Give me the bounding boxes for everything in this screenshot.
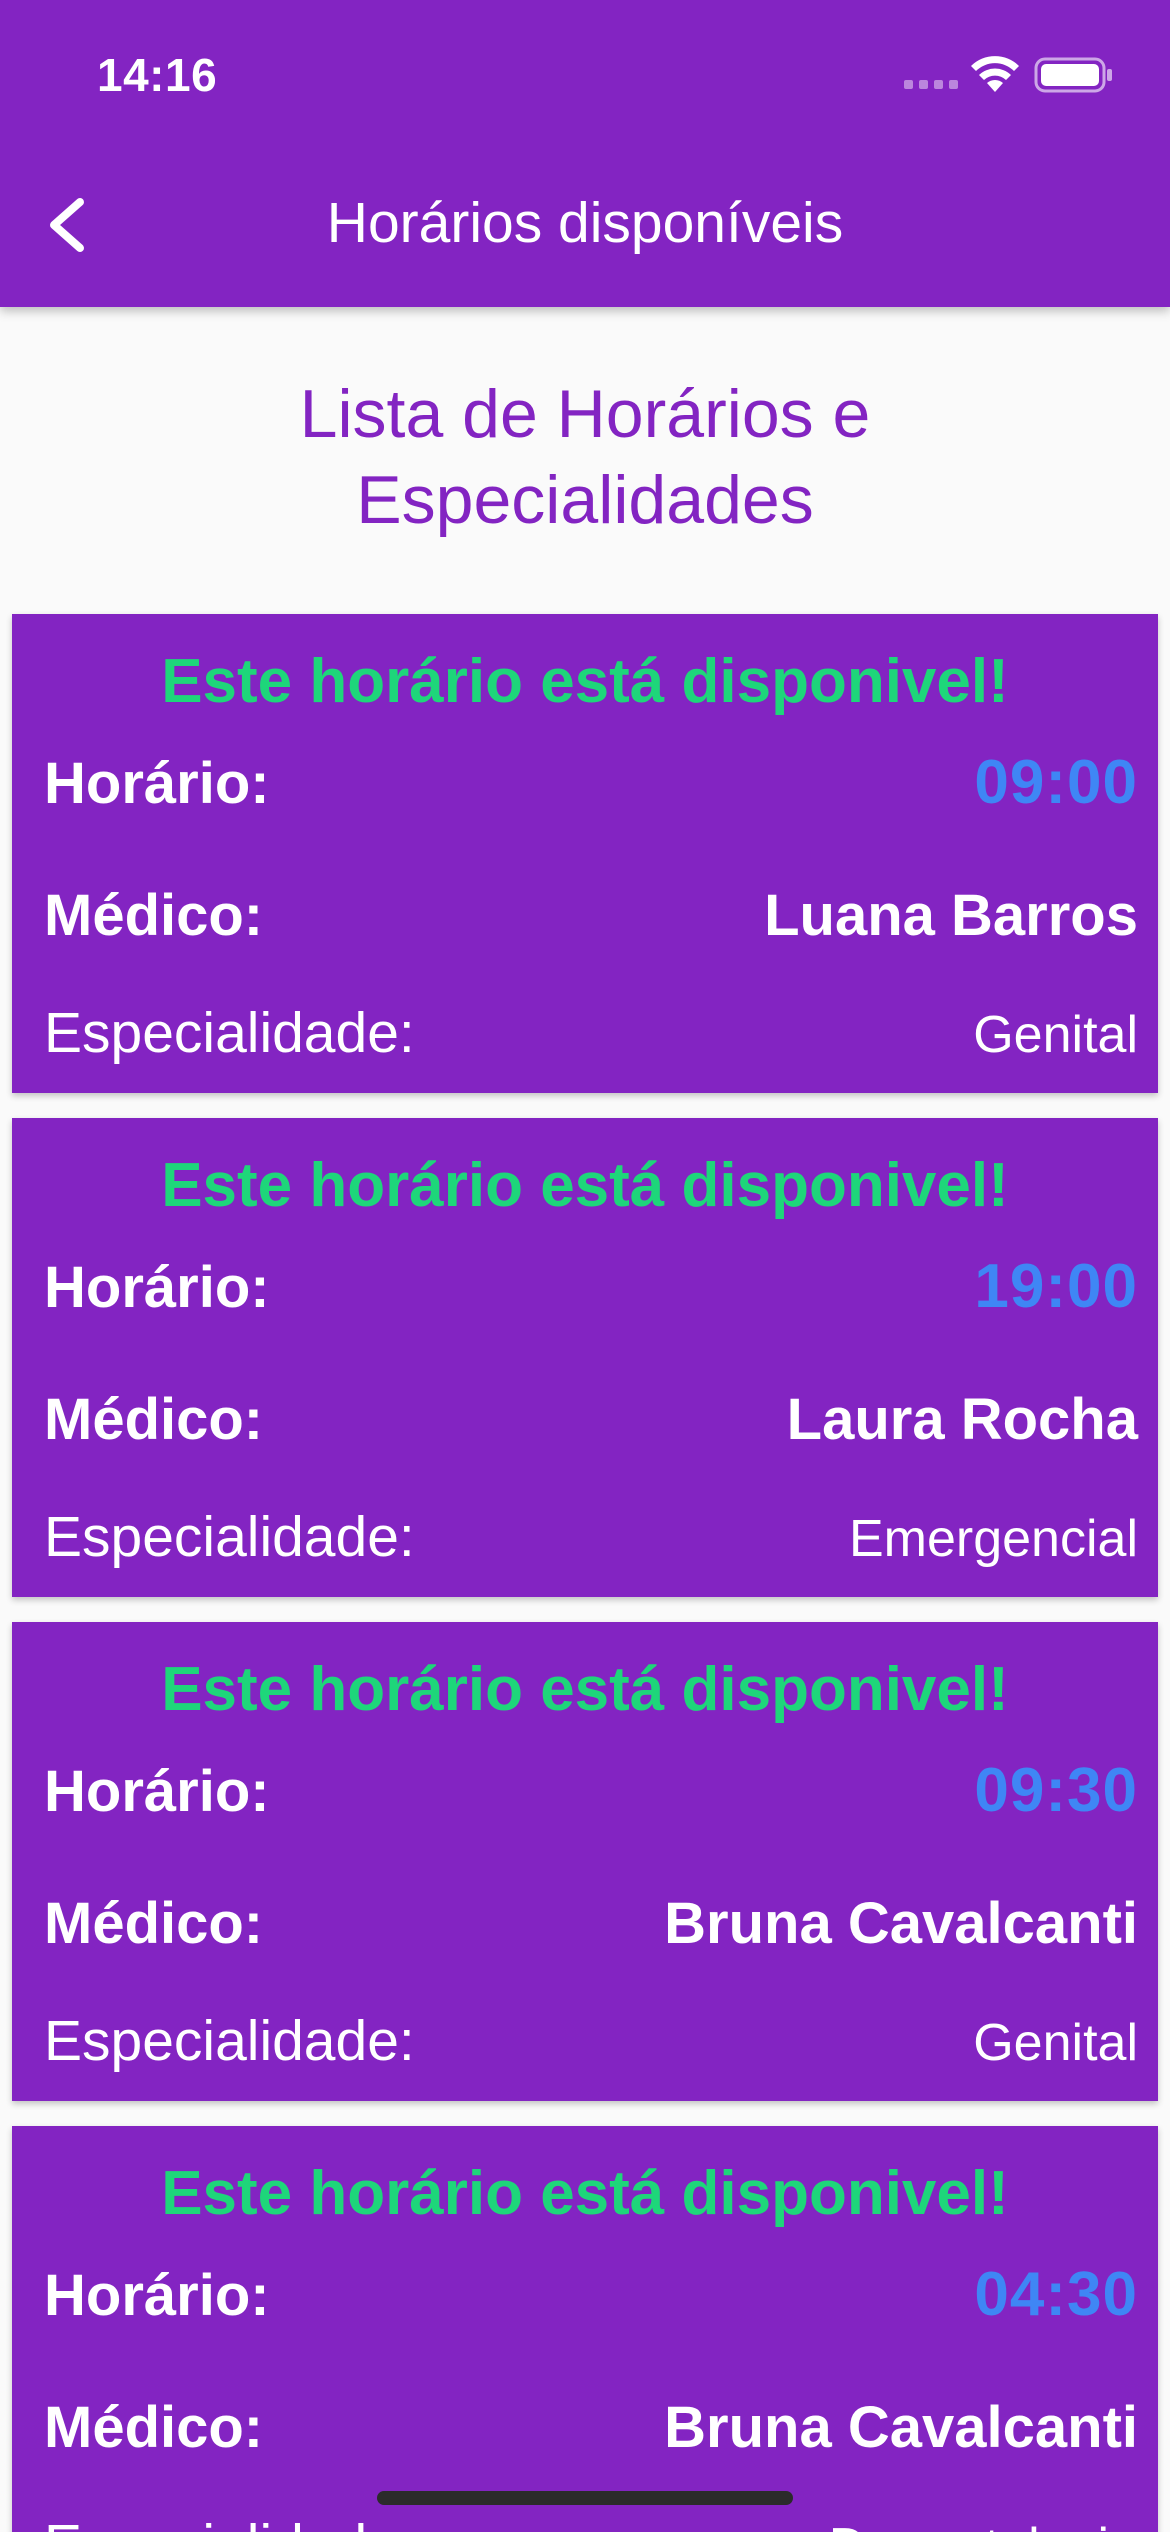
time-label: Horário: xyxy=(44,751,270,816)
app-bar-title: Horários disponíveis xyxy=(326,191,844,255)
time-value: 09:30 xyxy=(974,1756,1138,1825)
specialty-value: Genital xyxy=(973,2014,1138,2072)
specialty-label: Especialidade: xyxy=(44,1001,415,1065)
specialty-row: Especialidade: Genital xyxy=(44,1000,1138,1066)
doctor-row: Médico: Laura Rocha xyxy=(44,1386,1138,1453)
page-heading: Lista de Horários e Especialidades xyxy=(299,376,871,538)
app-bar: 14:16 Horários disponíveis xyxy=(0,0,1170,307)
status-bar-time: 14:16 xyxy=(97,49,218,101)
time-value: 09:00 xyxy=(974,748,1138,817)
availability-status: Este horário está disponivel! xyxy=(161,1655,1009,1724)
screen: 14:16 Horários disponíveis Lista de Horá… xyxy=(0,0,1170,2532)
time-row: Horário: 09:00 xyxy=(44,747,1138,818)
specialty-row: Especialidade: Genital xyxy=(44,2008,1138,2074)
doctor-label: Médico: xyxy=(44,1387,264,1452)
time-label: Horário: xyxy=(44,1759,270,1824)
specialty-label: Especialidade: xyxy=(44,1505,415,1569)
schedule-card[interactable]: Este horário está disponivel! Horário: 0… xyxy=(12,614,1158,1093)
home-indicator[interactable] xyxy=(377,2491,793,2505)
specialty-row: Especialidade: Emergencial xyxy=(44,1504,1138,1570)
doctor-value: Bruna Cavalcanti xyxy=(664,2395,1138,2460)
specialty-label: Especialidade: xyxy=(44,2009,415,2073)
doctor-value: Bruna Cavalcanti xyxy=(664,1891,1138,1956)
specialty-row: Especialidade: Dermatologia xyxy=(44,2512,1138,2532)
doctor-row: Médico: Bruna Cavalcanti xyxy=(44,1890,1138,1957)
time-label: Horário: xyxy=(44,2263,270,2328)
schedule-card[interactable]: Este horário está disponivel! Horário: 0… xyxy=(12,1622,1158,2101)
schedule-list: Este horário está disponivel! Horário: 0… xyxy=(12,614,1158,2532)
time-row: Horário: 09:30 xyxy=(44,1755,1138,1826)
specialty-value: Dermatologia xyxy=(829,2517,1138,2532)
specialty-label: Especialidade: xyxy=(44,2512,415,2532)
doctor-label: Médico: xyxy=(44,883,264,948)
doctor-label: Médico: xyxy=(44,2395,264,2460)
specialty-value: Genital xyxy=(973,1006,1138,1064)
wifi-icon xyxy=(971,56,1019,92)
schedule-card[interactable]: Este horário está disponivel! Horário: 0… xyxy=(12,2126,1158,2532)
doctor-row: Médico: Luana Barros xyxy=(44,882,1138,949)
content: Lista de Horários e Especialidades Este … xyxy=(0,307,1170,2532)
availability-status: Este horário está disponivel! xyxy=(161,2159,1009,2228)
time-label: Horário: xyxy=(44,1255,270,1320)
doctor-value: Luana Barros xyxy=(764,883,1138,948)
availability-status: Este horário está disponivel! xyxy=(161,647,1009,716)
cellular-signal-icon xyxy=(904,80,960,90)
battery-icon xyxy=(1034,57,1112,93)
doctor-label: Médico: xyxy=(44,1891,264,1956)
time-row: Horário: 04:30 xyxy=(44,2259,1138,2330)
doctor-value: Laura Rocha xyxy=(786,1387,1138,1452)
availability-status: Este horário está disponivel! xyxy=(161,1151,1009,1220)
time-row: Horário: 19:00 xyxy=(44,1251,1138,1322)
time-value: 19:00 xyxy=(974,1252,1138,1321)
status-bar-icons xyxy=(904,50,1114,100)
schedule-card[interactable]: Este horário está disponivel! Horário: 1… xyxy=(12,1118,1158,1597)
doctor-row: Médico: Bruna Cavalcanti xyxy=(44,2394,1138,2461)
time-value: 04:30 xyxy=(974,2260,1138,2329)
specialty-value: Emergencial xyxy=(848,1510,1138,1568)
